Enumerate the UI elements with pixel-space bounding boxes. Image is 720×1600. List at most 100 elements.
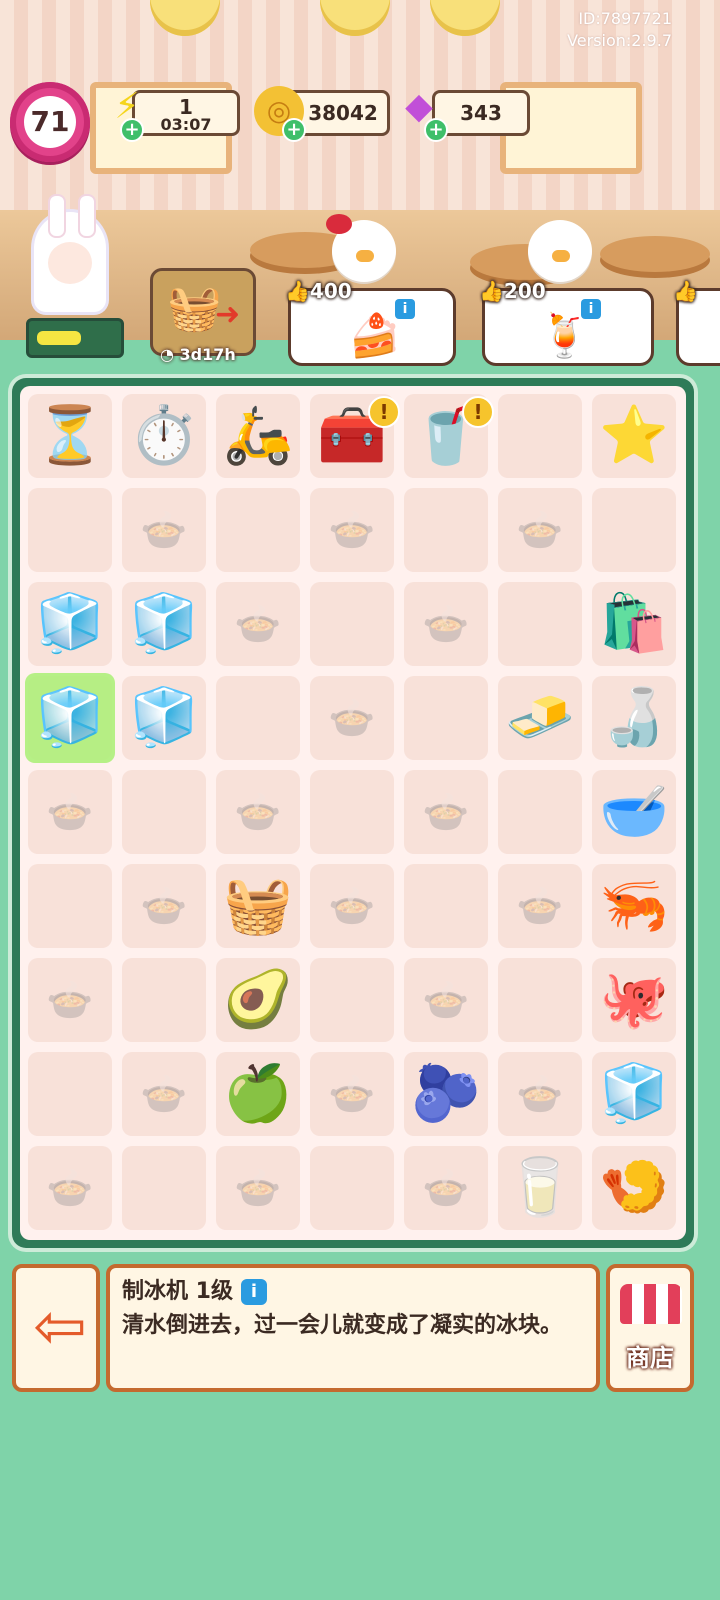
level-badge[interactable]: 71 — [10, 82, 90, 162]
build-info: ID:7897721 Version:2.9.7 — [567, 8, 672, 52]
add-gems-button[interactable]: + — [424, 118, 448, 142]
avatar-progress-fill — [37, 331, 81, 345]
board-cell[interactable]: 🍲 — [404, 582, 488, 666]
lime-drink-icon: 🍹 — [538, 311, 592, 360]
order-bubble[interactable]: 👍400 i 🍰 — [285, 279, 456, 366]
empty-bowl-placeholder-icon: 🍲 — [46, 790, 94, 834]
empty-bowl-placeholder-icon: 🍲 — [422, 978, 470, 1022]
board-cell[interactable] — [216, 488, 300, 572]
board-cell[interactable] — [28, 488, 112, 572]
duck-beak — [356, 250, 374, 262]
board-cell[interactable]: 🍲 — [310, 488, 394, 572]
board-cell[interactable] — [592, 488, 676, 572]
ice-cubes-icon[interactable]: 🧊 — [28, 582, 112, 666]
board-cell[interactable]: 🍲 — [216, 1146, 300, 1230]
board-cell[interactable] — [310, 1146, 394, 1230]
stopwatch-icon[interactable]: ⏱️ — [122, 394, 206, 478]
empty-bowl-placeholder-icon: 🍲 — [422, 602, 470, 646]
apple-icon[interactable]: 🍏 — [216, 1052, 300, 1136]
customer-duck — [528, 220, 592, 282]
board-cell[interactable] — [498, 958, 582, 1042]
event-timer-text: 3d17h — [179, 345, 236, 364]
board-cell[interactable] — [122, 770, 206, 854]
hourglass-icon[interactable]: ⏳ — [28, 394, 112, 478]
board-cell[interactable]: 🍲 — [216, 582, 300, 666]
empty-bowl-placeholder-icon: 🍲 — [422, 1166, 470, 1210]
ice-cubes-icon[interactable]: 🧊 — [122, 676, 206, 760]
board-cell[interactable]: 🍲 — [498, 488, 582, 572]
avatar-progress-bar[interactable] — [26, 318, 124, 358]
blueberries-icon[interactable]: 🫐 — [404, 1052, 488, 1136]
board-cell[interactable]: 🍲 — [216, 770, 300, 854]
shrimp-icon[interactable]: 🦐 — [592, 864, 676, 948]
empty-bowl-placeholder-icon: 🍲 — [46, 1166, 94, 1210]
bunny-ear — [48, 194, 66, 238]
order-reward: 👍200 — [479, 279, 546, 303]
board-cell[interactable] — [310, 770, 394, 854]
star-icon[interactable]: ⭐ — [592, 394, 676, 478]
order-reward: 👍 — [673, 279, 698, 303]
board-cell[interactable] — [310, 958, 394, 1042]
board-cell[interactable]: 🍲 — [404, 770, 488, 854]
flour-bag-icon[interactable]: 🛍️ — [592, 582, 676, 666]
exit-icon: ⇦ — [33, 1290, 87, 1364]
empty-bowl-placeholder-icon: 🍲 — [140, 884, 188, 928]
exit-button[interactable]: ⇦ — [12, 1264, 100, 1392]
board-cell[interactable] — [310, 582, 394, 666]
order-reward: 👍400 — [285, 279, 352, 303]
ice-cubes-icon[interactable]: 🧊 — [122, 582, 206, 666]
level-number: 71 — [24, 96, 76, 148]
board-cell[interactable]: 🍲 — [122, 864, 206, 948]
board-cell[interactable] — [216, 676, 300, 760]
event-timer: ◔ 3d17h — [160, 343, 252, 367]
board-cell[interactable] — [122, 1146, 206, 1230]
empty-bowl-placeholder-icon: 🍲 — [234, 1166, 282, 1210]
clock-icon: ◔ — [160, 345, 174, 364]
board-cell[interactable]: 🍲 — [404, 958, 488, 1042]
board-cell[interactable]: 🍲 — [310, 864, 394, 948]
board-cell[interactable]: 🍲 — [28, 770, 112, 854]
prawn-icon[interactable]: 🍤 — [592, 1146, 676, 1230]
alert-badge: ! — [368, 396, 400, 428]
board-cell[interactable] — [404, 676, 488, 760]
fruit-basket-icon[interactable]: 🧺 — [216, 864, 300, 948]
octopus-icon[interactable]: 🐙 — [592, 958, 676, 1042]
empty-bowl-placeholder-icon: 🍲 — [516, 508, 564, 552]
board-cell[interactable]: 🍲 — [498, 864, 582, 948]
board-cell[interactable]: 🍲 — [404, 1146, 488, 1230]
board-cell[interactable] — [498, 770, 582, 854]
board-cell[interactable]: 🍲 — [122, 488, 206, 572]
stand-mixer-icon[interactable]: 🍶 — [592, 676, 676, 760]
add-energy-button[interactable]: + — [120, 118, 144, 142]
delivery-scooter-icon[interactable]: 🛵 — [216, 394, 300, 478]
order-bubble[interactable]: 👍200 i 🍹 — [479, 279, 654, 366]
board-cell[interactable]: 🍲 — [28, 958, 112, 1042]
board-cell[interactable] — [28, 1052, 112, 1136]
board-cell[interactable]: 🍲 — [28, 1146, 112, 1230]
butter-icon[interactable]: 🧈 — [498, 676, 582, 760]
empty-bowl-placeholder-icon: 🍲 — [234, 790, 282, 834]
board-cell[interactable]: 🍲 — [122, 1052, 206, 1136]
ice-machine-icon[interactable]: 🧊 — [28, 676, 112, 760]
player-avatar[interactable] — [34, 194, 106, 312]
board-cell[interactable]: 🍲 — [310, 1052, 394, 1136]
add-coins-button[interactable]: + — [282, 118, 306, 142]
board-cell[interactable] — [404, 864, 488, 948]
lamp-decoration — [150, 0, 220, 36]
version-label: Version:2.9.7 — [567, 31, 672, 50]
event-basket-icon: 🧺 — [167, 283, 222, 334]
board-cell[interactable]: 🍲 — [310, 676, 394, 760]
shop-button[interactable]: 商店 — [606, 1264, 694, 1392]
milk-icon[interactable]: 🥛 — [498, 1146, 582, 1230]
board-cell[interactable] — [498, 582, 582, 666]
avocado-icon[interactable]: 🥑 — [216, 958, 300, 1042]
board-cell[interactable] — [404, 488, 488, 572]
dough-bowl-icon[interactable]: 🥣 — [592, 770, 676, 854]
order-bubble[interactable]: 👍 — [673, 279, 720, 366]
board-cell[interactable]: 🍲 — [498, 1052, 582, 1136]
board-cell[interactable] — [28, 864, 112, 948]
board-cell[interactable] — [498, 394, 582, 478]
board-cell[interactable] — [122, 958, 206, 1042]
fridge-icon[interactable]: 🧊 — [592, 1052, 676, 1136]
info-icon[interactable]: i — [240, 1279, 267, 1305]
